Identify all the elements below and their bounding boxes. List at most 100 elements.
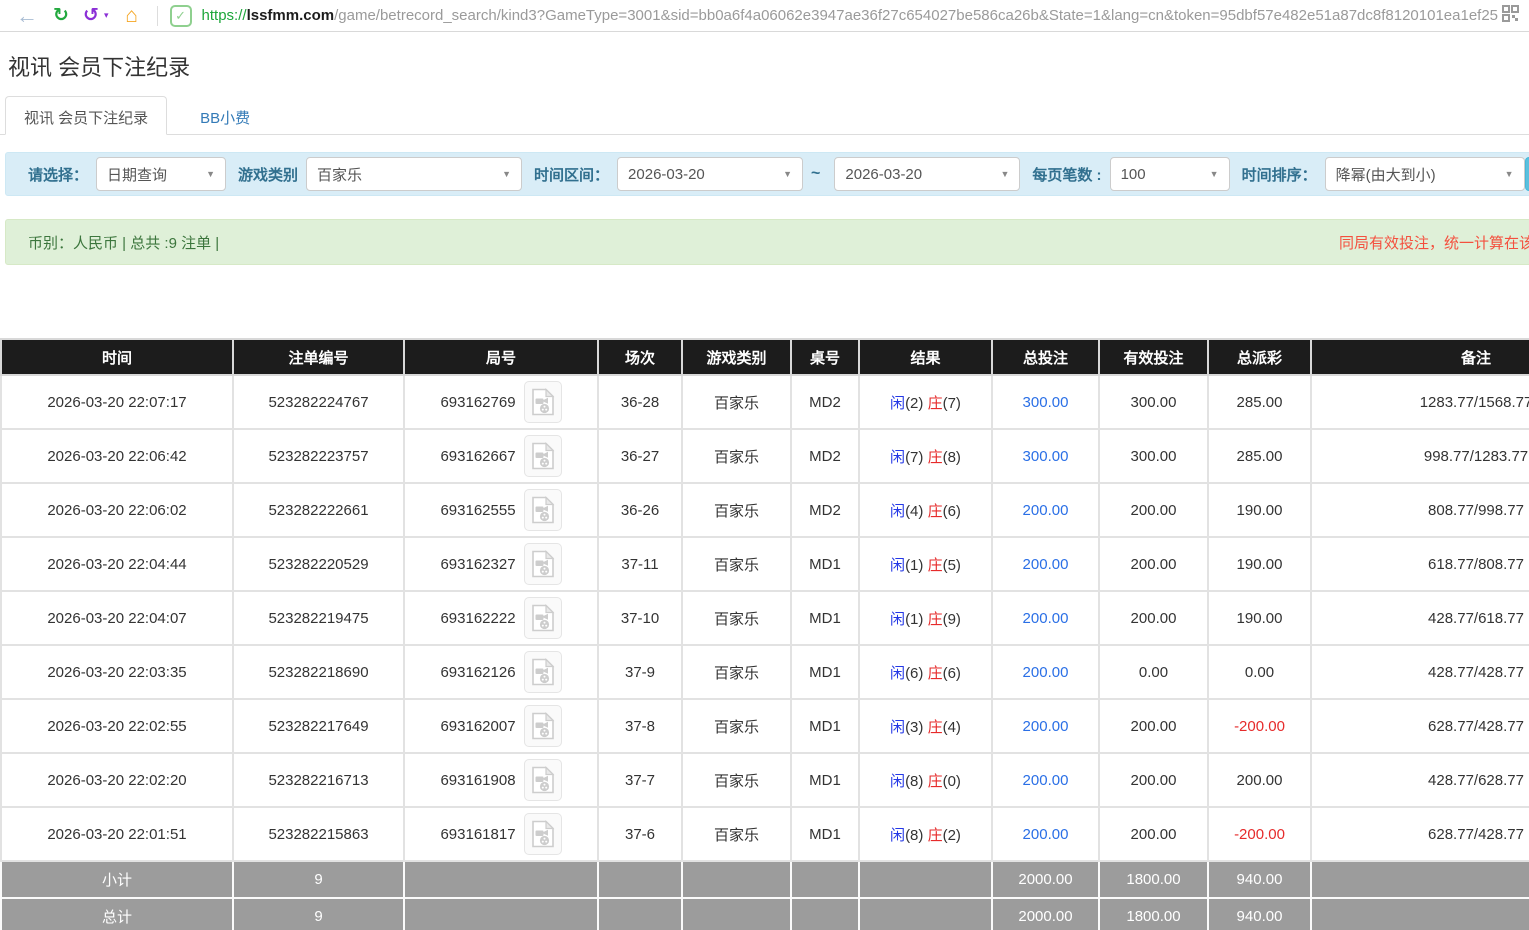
cell-game-type: 百家乐 bbox=[682, 753, 791, 807]
cell-remark: 618.77/808.77 bbox=[1311, 537, 1529, 591]
video-file-icon bbox=[531, 604, 555, 632]
round-id: 693162222 bbox=[440, 610, 515, 627]
cell-total-bet-link[interactable]: 200.00 bbox=[992, 591, 1099, 645]
cell-payout: 285.00 bbox=[1208, 375, 1311, 429]
cell-total-bet-link[interactable]: 200.00 bbox=[992, 483, 1099, 537]
cell-payout: 0.00 bbox=[1208, 645, 1311, 699]
query-type-select[interactable]: 日期查询 ▼ bbox=[96, 157, 226, 191]
cell-total-bet-link[interactable]: 200.00 bbox=[992, 537, 1099, 591]
video-replay-button[interactable] bbox=[524, 759, 562, 801]
chevron-down-icon: ▼ bbox=[783, 169, 792, 179]
video-replay-button[interactable] bbox=[524, 651, 562, 693]
home-icon[interactable]: ⌂ bbox=[115, 1, 149, 31]
sort-label: 时间排序： bbox=[1242, 164, 1317, 185]
address-bar[interactable]: https://lssfmm.com/game/betrecord_search… bbox=[202, 7, 1498, 24]
currency-total-text: 币别：人民币 | 总共 :9 注单 | bbox=[28, 232, 219, 253]
table-row: 2026-03-20 22:07:17 523282224767 6931627… bbox=[1, 375, 1529, 429]
result-xian: 闲 bbox=[890, 773, 905, 790]
undo-dropdown-icon[interactable]: ▾ bbox=[104, 10, 109, 21]
cell-total-bet-link[interactable]: 200.00 bbox=[992, 645, 1099, 699]
game-type-label: 游戏类别 bbox=[238, 164, 298, 185]
undo-icon[interactable]: ↺ bbox=[78, 1, 104, 31]
date-from-select[interactable]: 2026-03-20 ▼ bbox=[617, 157, 803, 191]
back-icon[interactable]: ← bbox=[10, 1, 44, 31]
cell-round: 693162126 bbox=[404, 645, 598, 699]
cell-round: 693162555 bbox=[404, 483, 598, 537]
total-count: 9 bbox=[233, 898, 404, 930]
browser-toolbar: ← ↻ ↺ ▾ ⌂ ✓ https://lssfmm.com/game/betr… bbox=[0, 0, 1529, 32]
cell-total-bet-link[interactable]: 200.00 bbox=[992, 807, 1099, 861]
cell-session: 36-26 bbox=[598, 483, 682, 537]
video-replay-button[interactable] bbox=[524, 489, 562, 531]
page-size-label: 每页笔数 : bbox=[1032, 164, 1101, 185]
toolbar-divider bbox=[157, 6, 158, 26]
video-replay-button[interactable] bbox=[524, 381, 562, 423]
video-file-icon bbox=[531, 388, 555, 416]
round-id: 693162007 bbox=[440, 718, 515, 735]
result-zhuang: 庄 bbox=[928, 665, 943, 682]
video-file-icon bbox=[531, 496, 555, 524]
summary-info-bar: 币别：人民币 | 总共 :9 注单 | 同局有效投注，统一计算在该局 bbox=[5, 219, 1529, 265]
url-domain: lssfmm.com bbox=[247, 7, 335, 24]
cell-bet-id: 523282219475 bbox=[233, 591, 404, 645]
cell-result: 闲(4) 庄(6) bbox=[859, 483, 992, 537]
cell-payout: 190.00 bbox=[1208, 591, 1311, 645]
cell-bet-id: 523282216713 bbox=[233, 753, 404, 807]
table-header-row: 时间 注单编号 局号 场次 游戏类别 桌号 结果 总投注 有效投注 总派彩 备注 bbox=[1, 339, 1529, 375]
cell-game-type: 百家乐 bbox=[682, 591, 791, 645]
chevron-down-icon: ▼ bbox=[502, 169, 511, 179]
cell-time: 2026-03-20 22:06:42 bbox=[1, 429, 233, 483]
table-row: 2026-03-20 22:02:55 523282217649 6931620… bbox=[1, 699, 1529, 753]
refresh-icon[interactable]: ↻ bbox=[44, 1, 78, 31]
subtotal-label: 小计 bbox=[1, 861, 233, 898]
cell-valid-bet: 200.00 bbox=[1099, 591, 1208, 645]
date-to-select[interactable]: 2026-03-20 ▼ bbox=[834, 157, 1020, 191]
video-replay-button[interactable] bbox=[524, 813, 562, 855]
game-type-select[interactable]: 百家乐 ▼ bbox=[306, 157, 522, 191]
cell-round: 693162769 bbox=[404, 375, 598, 429]
cell-result: 闲(8) 庄(2) bbox=[859, 807, 992, 861]
cell-remark: 1283.77/1568.77 bbox=[1311, 375, 1529, 429]
video-replay-button[interactable] bbox=[524, 705, 562, 747]
secure-shield-icon[interactable]: ✓ bbox=[170, 5, 192, 27]
cell-total-bet-link[interactable]: 200.00 bbox=[992, 753, 1099, 807]
tab-bet-records[interactable]: 视讯 会员下注纪录 bbox=[5, 96, 167, 135]
cell-time: 2026-03-20 22:04:07 bbox=[1, 591, 233, 645]
page-size-select[interactable]: 100 ▼ bbox=[1110, 157, 1230, 191]
bet-records-table-wrap: 时间 注单编号 局号 场次 游戏类别 桌号 结果 总投注 有效投注 总派彩 备注… bbox=[0, 338, 1529, 930]
video-replay-button[interactable] bbox=[524, 543, 562, 585]
table-row: 2026-03-20 22:04:07 523282219475 6931622… bbox=[1, 591, 1529, 645]
cell-total-bet-link[interactable]: 300.00 bbox=[992, 375, 1099, 429]
cell-table: MD1 bbox=[791, 645, 859, 699]
video-replay-button[interactable] bbox=[524, 597, 562, 639]
result-zhuang: 庄 bbox=[928, 395, 943, 412]
header-game-type: 游戏类别 bbox=[682, 339, 791, 375]
video-file-icon bbox=[531, 712, 555, 740]
cell-valid-bet: 200.00 bbox=[1099, 537, 1208, 591]
cell-total-bet-link[interactable]: 300.00 bbox=[992, 429, 1099, 483]
qr-code-icon[interactable] bbox=[1502, 5, 1519, 27]
cell-game-type: 百家乐 bbox=[682, 483, 791, 537]
cell-time: 2026-03-20 22:07:17 bbox=[1, 375, 233, 429]
tab-bb-tip[interactable]: BB小费 bbox=[181, 96, 269, 135]
sort-select[interactable]: 降幂(由大到小) ▼ bbox=[1325, 157, 1525, 191]
cell-session: 36-28 bbox=[598, 375, 682, 429]
result-xian: 闲 bbox=[890, 395, 905, 412]
search-button[interactable]: 查询 bbox=[1525, 157, 1529, 191]
cell-table: MD1 bbox=[791, 807, 859, 861]
video-replay-button[interactable] bbox=[524, 435, 562, 477]
total-valid-bet: 1800.00 bbox=[1099, 898, 1208, 930]
cell-bet-id: 523282224767 bbox=[233, 375, 404, 429]
cell-valid-bet: 300.00 bbox=[1099, 429, 1208, 483]
video-file-icon bbox=[531, 820, 555, 848]
table-row: 2026-03-20 22:06:42 523282223757 6931626… bbox=[1, 429, 1529, 483]
cell-payout: -200.00 bbox=[1208, 807, 1311, 861]
table-row: 2026-03-20 22:06:02 523282222661 6931625… bbox=[1, 483, 1529, 537]
cell-table: MD1 bbox=[791, 699, 859, 753]
subtotal-payout: 940.00 bbox=[1208, 861, 1311, 898]
notice-text: 同局有效投注，统一计算在该局 bbox=[1339, 232, 1529, 253]
result-xian: 闲 bbox=[890, 557, 905, 574]
cell-total-bet-link[interactable]: 200.00 bbox=[992, 699, 1099, 753]
total-label: 总计 bbox=[1, 898, 233, 930]
header-total-bet: 总投注 bbox=[992, 339, 1099, 375]
